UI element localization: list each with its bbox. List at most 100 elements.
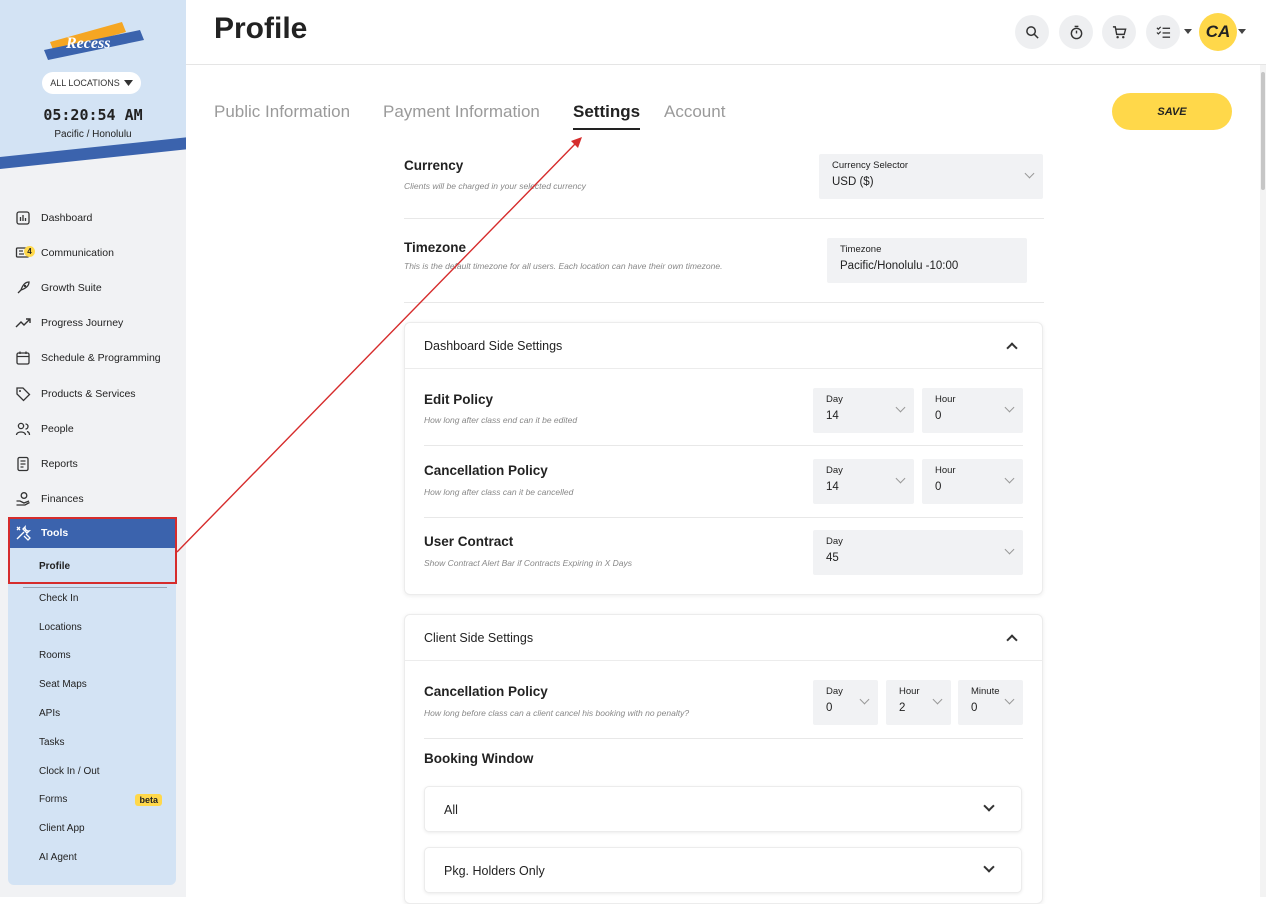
edit-policy-day-select[interactable]: Day 14 <box>813 388 914 433</box>
divider <box>404 302 1044 303</box>
booking-window-label: Booking Window <box>424 751 534 766</box>
tab-public-information[interactable]: Public Information <box>214 102 350 128</box>
calendar-icon <box>16 351 30 365</box>
card-header[interactable]: Dashboard Side Settings <box>405 323 1042 369</box>
client-cancellation-day-select[interactable]: Day 0 <box>813 680 878 725</box>
sidebar-item-label: Communication <box>41 246 114 259</box>
booking-window-all-accordion[interactable]: All <box>424 786 1022 832</box>
sidebar-subitem-rooms[interactable]: Rooms <box>8 642 176 671</box>
currency-desc: Clients will be charged in your selected… <box>404 181 586 191</box>
beta-badge: beta <box>135 793 162 806</box>
currency-select-value: USD ($) <box>832 176 874 188</box>
chevron-down-icon <box>859 694 870 705</box>
sidebar-nav: Dashboard 4 Communication Growth Suite P… <box>8 200 176 517</box>
avatar[interactable]: CA <box>1199 13 1237 51</box>
client-cancellation-hour-select[interactable]: Hour 2 <box>886 680 951 725</box>
sidebar-subitem-locations[interactable]: Locations <box>8 613 176 642</box>
divider <box>424 445 1023 446</box>
cancellation-day-select[interactable]: Day 14 <box>813 459 914 504</box>
sidebar-item-people[interactable]: People <box>8 411 176 446</box>
report-icon <box>17 456 29 472</box>
client-cancellation-desc: How long before class can a client cance… <box>424 708 690 718</box>
sidebar-subitem-tasks[interactable]: Tasks <box>8 728 176 757</box>
chevron-up-icon[interactable] <box>1006 634 1018 646</box>
location-selector-label: ALL LOCATIONS <box>50 78 120 88</box>
sidebar-item-reports[interactable]: Reports <box>8 446 176 481</box>
chevron-down-icon <box>1024 168 1035 179</box>
edit-policy-desc: How long after class end can it be edite… <box>424 415 578 425</box>
sidebar-item-dashboard[interactable]: Dashboard <box>8 200 176 235</box>
booking-window-pkg-holders-accordion[interactable]: Pkg. Holders Only <box>424 847 1022 893</box>
sidebar-item-growth-suite[interactable]: Growth Suite <box>8 270 176 305</box>
timezone-select[interactable]: Timezone Pacific/Honolulu -10:00 <box>827 238 1027 283</box>
chevron-down-icon <box>1004 402 1015 413</box>
sidebar-item-schedule[interactable]: Schedule & Programming <box>8 341 176 376</box>
chevron-down-icon <box>983 800 995 812</box>
location-selector[interactable]: ALL LOCATIONS <box>42 72 141 94</box>
sidebar: Recess ALL LOCATIONS 05:20:54 AM Pacific… <box>0 0 186 897</box>
sidebar-item-label: Schedule & Programming <box>41 352 161 365</box>
sidebar-subitem-forms[interactable]: Forms beta <box>8 786 176 815</box>
tab-account[interactable]: Account <box>664 102 725 128</box>
sidebar-item-communication[interactable]: 4 Communication <box>8 235 176 270</box>
sidebar-item-label: Progress Journey <box>41 317 124 330</box>
clock: 05:20:54 AM <box>43 106 143 124</box>
divider <box>424 738 1023 739</box>
tab-settings[interactable]: Settings <box>573 102 641 130</box>
sidebar-item-label: People <box>41 422 74 435</box>
user-contract-day-select[interactable]: Day 45 <box>813 530 1023 575</box>
sidebar-item-label: Reports <box>41 457 78 470</box>
sidebar-subitem-apis[interactable]: APIs <box>8 699 176 728</box>
client-cancellation-minute-select[interactable]: Minute 0 <box>958 680 1023 725</box>
stopwatch-icon <box>1070 25 1082 39</box>
cancellation-policy-label: Cancellation Policy <box>424 463 548 478</box>
tab-payment-information[interactable]: Payment Information <box>383 102 540 128</box>
chevron-down-icon <box>932 694 943 705</box>
sidebar-subitem-client-app[interactable]: Client App <box>8 814 176 843</box>
edit-policy-hour-select[interactable]: Hour 0 <box>922 388 1023 433</box>
scrollbar-thumb[interactable] <box>1261 72 1265 190</box>
search-button[interactable] <box>1015 15 1049 49</box>
caret-down-icon[interactable] <box>1238 29 1246 34</box>
sidebar-item-progress-journey[interactable]: Progress Journey <box>8 306 176 341</box>
finance-icon <box>16 492 30 506</box>
page-title: Profile <box>214 12 308 45</box>
tasks-menu-button[interactable] <box>1146 15 1180 49</box>
caret-down-icon[interactable] <box>1184 29 1192 34</box>
sidebar-item-finances[interactable]: Finances <box>8 482 176 517</box>
cancellation-hour-select[interactable]: Hour 0 <box>922 459 1023 504</box>
timer-button[interactable] <box>1059 15 1093 49</box>
client-cancellation-label: Cancellation Policy <box>424 684 548 699</box>
top-bar: Profile CA <box>186 0 1266 65</box>
caret-down-icon <box>123 80 133 86</box>
sidebar-subitem-clock-in-out[interactable]: Clock In / Out <box>8 757 176 786</box>
chevron-down-icon <box>1004 694 1015 705</box>
search-icon <box>1025 25 1039 39</box>
sidebar-item-label: Dashboard <box>41 211 93 224</box>
cancellation-policy-desc: How long after class can it be cancelled <box>424 487 574 497</box>
chevron-up-icon[interactable] <box>1006 342 1018 354</box>
checklist-icon <box>1156 25 1170 38</box>
sidebar-item-label: Products & Services <box>41 387 136 400</box>
sidebar-subitem-seat-maps[interactable]: Seat Maps <box>8 670 176 699</box>
sidebar-subitem-ai-agent[interactable]: AI Agent <box>8 843 176 872</box>
divider <box>404 218 1044 219</box>
annotation-highlight-box <box>8 517 177 584</box>
people-icon <box>15 422 31 435</box>
sidebar-subitem-check-in[interactable]: Check In <box>8 584 176 613</box>
sidebar-item-label: Finances <box>41 493 84 506</box>
cart-icon <box>1112 25 1127 38</box>
currency-select[interactable]: Currency Selector USD ($) <box>819 154 1043 199</box>
card-header[interactable]: Client Side Settings <box>405 615 1042 661</box>
sidebar-item-label: Growth Suite <box>41 281 102 294</box>
timezone-desc: This is the default timezone for all use… <box>404 261 723 271</box>
tag-icon <box>16 386 31 401</box>
timezone-select-label: Timezone <box>840 244 882 255</box>
cart-button[interactable] <box>1102 15 1136 49</box>
user-contract-desc: Show Contract Alert Bar if Contracts Exp… <box>424 558 633 568</box>
save-button[interactable]: SAVE <box>1112 93 1232 130</box>
recess-logo[interactable]: Recess <box>44 20 144 64</box>
logo-text: Recess <box>65 35 110 52</box>
chevron-down-icon <box>1004 473 1015 484</box>
sidebar-item-products[interactable]: Products & Services <box>8 376 176 411</box>
